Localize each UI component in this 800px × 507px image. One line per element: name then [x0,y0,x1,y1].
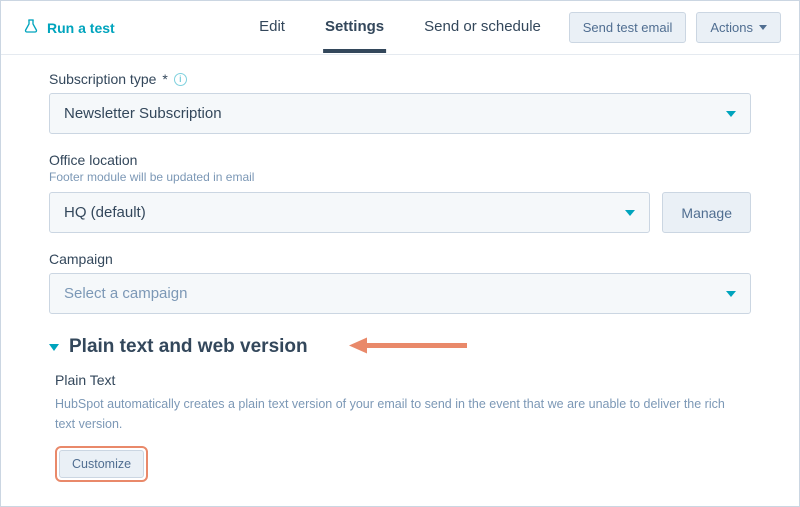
settings-content: Subscription type * i Newsletter Subscri… [1,55,799,482]
campaign-label: Campaign [49,251,751,267]
customize-button[interactable]: Customize [59,450,144,478]
run-test-link[interactable]: Run a test [23,18,115,37]
tab-bar: Edit Settings Send or schedule [257,2,543,53]
run-test-label: Run a test [47,20,115,36]
actions-label: Actions [710,20,753,35]
annotation-arrow-icon [349,335,469,360]
manage-button[interactable]: Manage [662,192,751,233]
tab-send-schedule[interactable]: Send or schedule [422,2,543,53]
caret-down-icon [759,25,767,30]
subscription-type-field: Subscription type * i Newsletter Subscri… [49,71,751,134]
send-test-email-button[interactable]: Send test email [569,12,687,43]
office-label: Office location [49,152,751,168]
beaker-icon [23,18,39,37]
subscription-label-row: Subscription type * i [49,71,751,87]
plain-text-subsection: Plain Text HubSpot automatically creates… [55,372,751,482]
tab-edit[interactable]: Edit [257,2,287,53]
office-location-select[interactable]: HQ (default) [49,192,650,233]
section-title: Plain text and web version [69,336,308,358]
chevron-down-icon [49,344,59,351]
top-bar: Run a test Edit Settings Send or schedul… [1,1,799,55]
required-marker: * [162,71,167,87]
top-actions: Send test email Actions [569,12,781,43]
info-icon[interactable]: i [174,73,187,86]
office-select-row: HQ (default) Manage [49,192,751,233]
office-location-field: Office location Footer module will be up… [49,152,751,233]
annotation-highlight: Customize [55,446,148,482]
campaign-field: Campaign Select a campaign [49,251,751,314]
actions-dropdown-button[interactable]: Actions [696,12,781,43]
subscription-type-select[interactable]: Newsletter Subscription [49,93,751,134]
campaign-select[interactable]: Select a campaign [49,273,751,314]
tab-settings[interactable]: Settings [323,2,386,53]
plain-text-description: HubSpot automatically creates a plain te… [55,394,735,434]
subscription-label: Subscription type [49,71,156,87]
office-helper: Footer module will be updated in email [49,170,751,184]
campaign-placeholder: Select a campaign [64,285,187,302]
plain-text-section-toggle[interactable]: Plain text and web version [49,336,751,358]
send-test-email-label: Send test email [583,20,673,35]
chevron-down-icon [625,210,635,216]
subscription-type-value: Newsletter Subscription [64,105,222,122]
office-location-value: HQ (default) [64,204,146,221]
chevron-down-icon [726,111,736,117]
chevron-down-icon [726,291,736,297]
plain-text-label: Plain Text [55,372,751,388]
app-frame: Run a test Edit Settings Send or schedul… [0,0,800,507]
